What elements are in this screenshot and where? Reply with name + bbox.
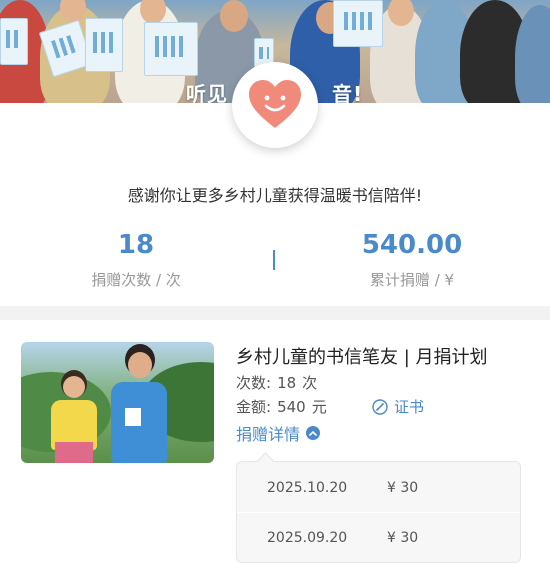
section-divider (0, 306, 550, 320)
stats-divider (273, 250, 275, 270)
record-amount: ¥ 30 (387, 480, 419, 496)
amount-value: 540 (277, 398, 306, 416)
certificate-button[interactable]: 证书 (372, 396, 424, 417)
certificate-icon (372, 398, 388, 415)
donation-count: 18 (117, 230, 155, 260)
donation-records-list: 2025.10.20 ¥ 30 2025.09.20 ¥ 30 (236, 461, 521, 563)
donation-amount: 金额: 540 元 (236, 396, 327, 417)
record-date: 2025.09.20 (267, 530, 348, 546)
count-unit: 次 (302, 374, 318, 392)
thanks-message: 感谢你让更多乡村儿童获得温暖书信陪伴! (127, 186, 423, 205)
total-amount-label: 累计捐赠 / ¥ (369, 271, 455, 289)
project-title[interactable]: 乡村儿童的书信笔友 | 月捐计划 (236, 343, 488, 369)
record-row: 2025.09.20 ¥ 30 (237, 513, 520, 561)
record-row: 2025.10.20 ¥ 30 (237, 463, 520, 511)
donation-count-label: 捐赠次数 / 次 (91, 271, 181, 289)
donation-details-toggle[interactable]: 捐赠详情 (236, 421, 321, 445)
banner-slogan: 听见 音! (186, 78, 362, 103)
heart-smile-icon (249, 80, 301, 128)
donation-times: 次数: 18 次 (236, 372, 317, 393)
banner-slogan-text: 听见 (186, 82, 228, 103)
project-photo[interactable] (21, 342, 214, 463)
total-amount: 540.00 (361, 230, 463, 260)
details-label: 捐赠详情 (236, 425, 301, 444)
heart-badge (232, 62, 318, 148)
record-amount: ¥ 30 (387, 530, 419, 546)
record-date: 2025.10.20 (267, 480, 348, 496)
amount-unit: 元 (311, 398, 327, 416)
count-label: 次数: (236, 374, 272, 392)
certificate-label: 证书 (394, 398, 425, 416)
amount-label: 金额: (236, 398, 272, 416)
banner-slogan-tail: 音! (332, 82, 364, 103)
count-value: 18 (277, 374, 297, 392)
chevron-up-icon (306, 426, 321, 440)
